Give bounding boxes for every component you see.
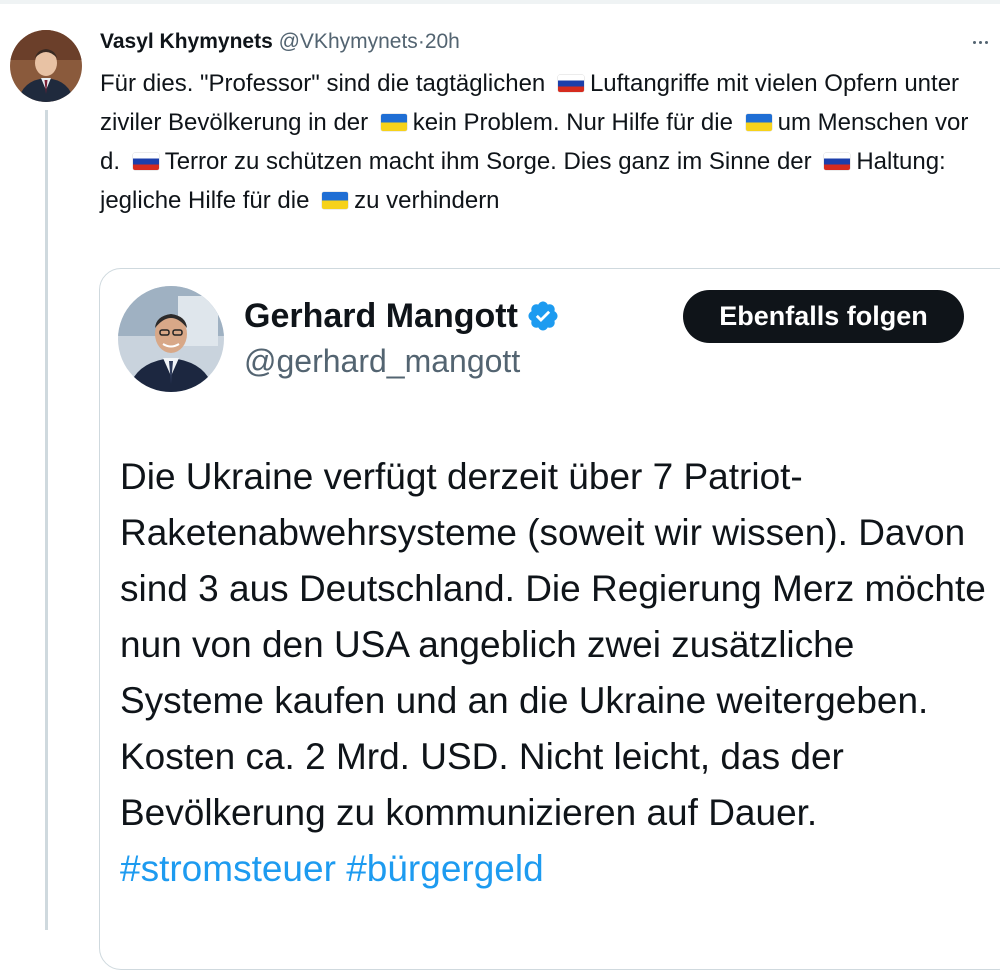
tweet-timestamp[interactable]: 20h [425, 30, 460, 53]
ukraine-flag-icon [745, 114, 772, 131]
tweet-text-part: kein Problem. Nur Hilfe für die [412, 109, 740, 136]
ukraine-flag-icon [380, 114, 407, 131]
hashtag-link[interactable]: #stromsteuer [120, 848, 336, 889]
author-handle[interactable]: @VKhymynets [279, 30, 418, 53]
russia-flag-icon [132, 153, 159, 170]
verified-badge-icon [528, 301, 558, 331]
thread-connector-line [45, 110, 48, 930]
ukraine-flag-icon [322, 192, 349, 209]
quote-text: Die Ukraine verfügt derzeit über 7 Patri… [120, 449, 990, 897]
more-options-icon[interactable] [966, 30, 994, 54]
russia-flag-icon [557, 75, 584, 92]
quote-author-avatar[interactable] [118, 286, 224, 392]
tweet-header: Vasyl Khymynets @VKhymynets·20h [100, 28, 460, 56]
tweet-text-part: zu verhindern [354, 187, 500, 214]
hashtag-link[interactable]: #bürgergeld [346, 848, 543, 889]
quote-author-handle[interactable]: @gerhard_mangott [244, 340, 520, 382]
quote-author-name[interactable]: Gerhard Mangott [244, 294, 560, 338]
avatar-portrait-icon [118, 286, 224, 392]
tweet-text: Für dies. "Professor" sind die tagtäglic… [100, 64, 980, 220]
tweet-text-part: Für dies. "Professor" sind die tagtäglic… [100, 70, 552, 97]
russia-flag-icon [824, 153, 851, 170]
avatar-portrait-icon [10, 30, 82, 102]
follow-button[interactable]: Ebenfalls folgen [683, 290, 964, 343]
author-avatar[interactable] [10, 30, 82, 102]
header-separator: · [417, 30, 425, 53]
top-divider [0, 0, 1000, 4]
quote-text-body: Die Ukraine verfügt derzeit über 7 Patri… [120, 456, 986, 833]
author-name[interactable]: Vasyl Khymynets [100, 30, 273, 53]
quote-author-name-text: Gerhard Mangott [244, 297, 518, 335]
tweet-text-part: Terror zu schützen macht ihm Sorge. Dies… [164, 148, 819, 175]
